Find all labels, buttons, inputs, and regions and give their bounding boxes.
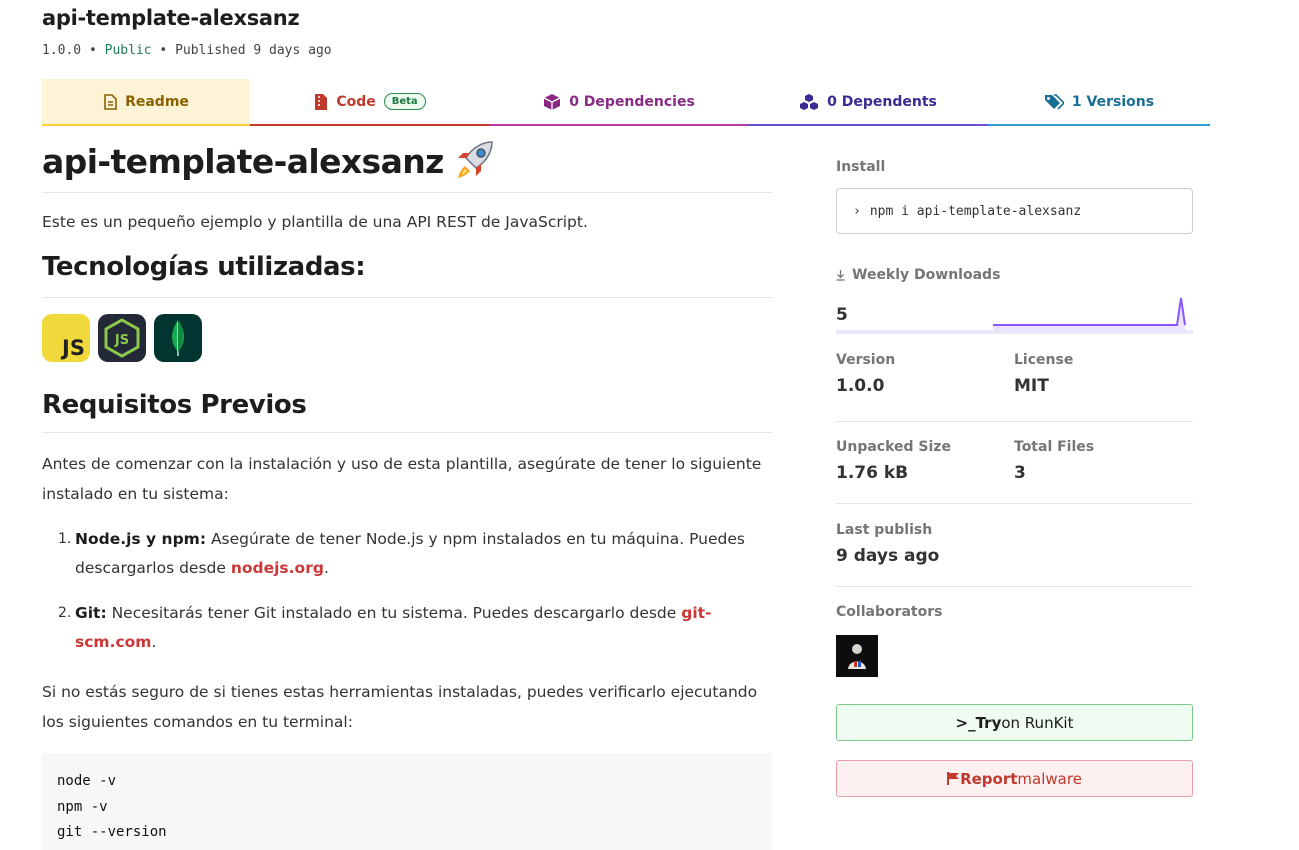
nodejs-icon: JS (98, 314, 146, 362)
collaborators-label: Collaborators (836, 604, 943, 620)
tech-badges: JS JS (42, 314, 772, 362)
beta-badge: Beta (383, 93, 426, 110)
code-block: node -v npm -v git --version (42, 753, 772, 850)
visibility-label: Public (104, 43, 152, 58)
install-label: Install (836, 159, 886, 175)
code-line: git --version (57, 824, 167, 840)
version-value: 1.0.0 (836, 376, 885, 396)
readme-title-text: api-template-alexsanz (42, 141, 444, 181)
published-label: Published 9 days ago (175, 43, 332, 58)
report-label-bold: Report (960, 769, 1018, 788)
flag-icon (947, 772, 960, 785)
readme-title: api-template-alexsanz (42, 138, 772, 193)
requirements-intro: Antes de comenzar con la instalación y u… (42, 455, 762, 503)
tab-versions[interactable]: 1 Versions (988, 79, 1210, 126)
list-number: 2. (58, 605, 72, 621)
size-files-row: Unpacked Size 1.76 kB Total Files 3 (836, 439, 1193, 504)
requirement-text: Necesitarás tener Git instalado en tu si… (106, 604, 682, 622)
tab-code[interactable]: Code Beta (250, 79, 490, 126)
tab-readme[interactable]: Readme (42, 79, 250, 126)
last-publish-value: 9 days ago (836, 546, 940, 566)
tab-code-label: Code (336, 93, 376, 110)
requirements-list: 1. Node.js y npm: Asegúrate de tener Node… (58, 525, 772, 657)
downloads-sparkline (836, 297, 1193, 334)
license-label: License (1014, 352, 1074, 368)
requirements-heading: Requisitos Previos (42, 388, 772, 433)
try-on-runkit-button[interactable]: >_ Try on RunKit (836, 704, 1193, 741)
code-line: npm -v (57, 798, 108, 815)
tab-versions-label: 1 Versions (1071, 93, 1155, 110)
weekly-downloads-label: Weekly Downloads (836, 267, 1193, 283)
version-label: Version (836, 352, 896, 368)
weekly-downloads-value: 5 (836, 305, 848, 325)
unpacked-size-label: Unpacked Size (836, 439, 951, 455)
total-files-label: Total Files (1014, 439, 1095, 455)
runkit-try: Try (975, 713, 1002, 732)
box-icon (543, 93, 561, 110)
total-files-value: 3 (1014, 463, 1026, 483)
svg-text:JS: JS (114, 333, 129, 348)
weekly-downloads-text: Weekly Downloads (852, 267, 1001, 283)
document-icon (104, 93, 117, 110)
list-item: 2. Git: Necesitarás tener Git instalado e… (58, 599, 772, 657)
readme-intro: Este es un pequeño ejemplo y plantilla d… (42, 213, 588, 231)
tags-icon (1044, 93, 1064, 110)
requirement-name: Node.js y npm: (75, 530, 207, 548)
list-item: 1. Node.js y npm: Asegúrate de tener Node… (58, 525, 772, 583)
install-command: npm i api-template-alexsanz (869, 203, 1082, 219)
terminal-icon: >_ (955, 713, 976, 732)
requirement-end: . (323, 559, 329, 577)
package-meta: 1.0.0 • Public • Published 9 days ago (42, 43, 332, 58)
tech-heading: Tecnologías utilizadas: (42, 252, 772, 298)
readme-content: api-template-alexsanz Este es un pequeño… (42, 138, 772, 850)
package-title: api-template-alexsanz (42, 6, 300, 30)
package-tabs: Readme Code Beta 0 Dependencies 0 Depend… (42, 79, 1210, 126)
package-sidebar: Install › npm i api-template-alexsanz We… (836, 150, 1193, 797)
report-label: malware (1017, 769, 1082, 788)
file-code-icon (315, 93, 328, 110)
avatar[interactable] (836, 635, 878, 677)
unpacked-size-value: 1.76 kB (836, 463, 909, 483)
last-publish-label: Last publish (836, 522, 933, 538)
verify-text: Si no estás seguro de si tienes estas he… (42, 683, 758, 731)
weekly-downloads: 5 (836, 283, 1193, 335)
boxes-icon (800, 93, 819, 110)
install-command-box[interactable]: › npm i api-template-alexsanz (836, 188, 1193, 234)
report-malware-button[interactable]: Report malware (836, 760, 1193, 797)
package-version: 1.0.0 (42, 43, 82, 58)
javascript-icon-label: JS (62, 336, 85, 360)
tab-dependents[interactable]: 0 Dependents (748, 79, 988, 126)
mongodb-icon (154, 314, 202, 362)
rocket-icon (457, 141, 493, 178)
requirement-name: Git: (75, 604, 107, 622)
runkit-label: on RunKit (1001, 713, 1074, 732)
meta-separator: • (159, 43, 168, 58)
tab-dependents-label: 0 Dependents (827, 93, 937, 110)
code-line: node -v (57, 773, 117, 789)
tab-dependencies-label: 0 Dependencies (569, 93, 695, 110)
javascript-icon: JS (42, 314, 90, 362)
requirement-end: . (151, 633, 157, 651)
meta-separator: • (88, 43, 97, 58)
tab-dependencies[interactable]: 0 Dependencies (490, 79, 748, 126)
tab-readme-label: Readme (125, 93, 189, 110)
last-publish-row: Last publish 9 days ago (836, 522, 1193, 587)
prompt-icon: › (853, 203, 861, 219)
download-icon (836, 269, 845, 281)
license-value: MIT (1014, 376, 1049, 396)
list-number: 1. (58, 531, 72, 547)
version-license-row: Version 1.0.0 License MIT (836, 352, 1193, 422)
nodejs-link[interactable]: nodejs.org (231, 559, 324, 577)
